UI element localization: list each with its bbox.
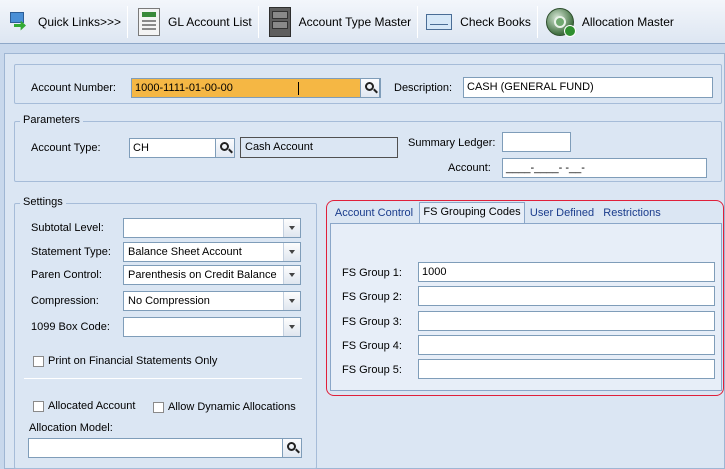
account-value: ____-____- -__-	[506, 162, 585, 174]
subtotal-level-select[interactable]	[123, 218, 301, 238]
allocation-model-search-button[interactable]	[282, 438, 302, 458]
account-number-label: Account Number:	[31, 82, 116, 94]
account-type-description-text: Cash Account	[245, 141, 313, 153]
account-number-value: 1000-1111-01-00-00	[135, 82, 233, 94]
check-icon	[426, 13, 453, 30]
chevron-down-icon[interactable]	[283, 219, 300, 237]
description-input[interactable]: CASH (GENERAL FUND)	[463, 77, 713, 98]
text-caret	[298, 82, 299, 95]
allocation-model-label: Allocation Model:	[29, 422, 113, 434]
box-1099-label: 1099 Box Code:	[31, 321, 110, 333]
tab-restrictions[interactable]: Restrictions	[601, 204, 663, 224]
fs-group-3-input[interactable]	[418, 311, 715, 331]
fs-group-4-label: FS Group 4:	[342, 340, 402, 352]
toolbar: Quick Links>>> GL Account List Account T…	[0, 0, 725, 44]
allocated-account-checkbox[interactable]	[33, 401, 44, 412]
quick-links-icon	[8, 11, 30, 33]
compression-value: No Compression	[128, 295, 210, 307]
compression-label: Compression:	[31, 295, 99, 307]
fs-group-1-input[interactable]: 1000	[418, 262, 715, 282]
print-fs-only-label: Print on Financial Statements Only	[48, 355, 218, 367]
fs-group-2-label: FS Group 2:	[342, 291, 402, 303]
fs-group-5-label: FS Group 5:	[342, 364, 402, 376]
account-input[interactable]: ____-____- -__-	[502, 158, 707, 178]
account-type-input[interactable]: CH	[129, 138, 217, 158]
fs-group-2-input[interactable]	[418, 286, 715, 306]
list-document-icon	[138, 7, 161, 36]
fs-group-1-label: FS Group 1:	[342, 267, 402, 279]
check-books-button[interactable]: Check Books	[418, 4, 537, 40]
subtotal-level-label: Subtotal Level:	[31, 222, 104, 234]
chevron-down-icon[interactable]	[283, 292, 300, 310]
gl-account-list-button[interactable]: GL Account List	[128, 4, 258, 40]
fs-group-1-value: 1000	[422, 266, 447, 278]
compression-select[interactable]: No Compression	[123, 291, 301, 311]
summary-ledger-input[interactable]	[502, 132, 571, 152]
tab-fs-grouping-codes[interactable]: FS Grouping Codes	[419, 202, 525, 224]
description-value: CASH (GENERAL FUND)	[467, 81, 594, 93]
quick-links-button[interactable]: Quick Links>>>	[4, 4, 127, 40]
fs-group-5-input[interactable]	[418, 359, 715, 379]
fs-group-4-input[interactable]	[418, 335, 715, 355]
chevron-down-icon[interactable]	[283, 243, 300, 261]
allocation-model-input[interactable]	[28, 438, 284, 458]
account-form: Account Number: 1000-1111-01-00-00 Descr…	[4, 53, 725, 469]
file-cabinet-icon	[268, 6, 291, 37]
paren-control-select[interactable]: Parenthesis on Credit Balance	[123, 265, 301, 285]
paren-control-label: Paren Control:	[31, 269, 102, 281]
settings-divider	[24, 378, 302, 379]
chevron-down-icon[interactable]	[283, 266, 300, 284]
account-type-master-button[interactable]: Account Type Master	[259, 4, 418, 40]
account-label: Account:	[448, 162, 491, 174]
box-1099-select[interactable]	[123, 317, 301, 337]
summary-ledger-label: Summary Ledger:	[408, 137, 496, 149]
account-type-search-button[interactable]	[215, 138, 235, 158]
check-books-label: Check Books	[460, 14, 531, 29]
description-label: Description:	[394, 82, 453, 94]
allocated-account-label: Allocated Account	[48, 400, 136, 412]
account-type-value: CH	[133, 142, 149, 154]
parameters-title: Parameters	[20, 114, 83, 126]
settings-title: Settings	[20, 196, 66, 208]
allow-dynamic-allocations-label: Allow Dynamic Allocations	[168, 401, 296, 413]
quick-links-label: Quick Links>>>	[38, 14, 122, 29]
allocation-master-label: Allocation Master	[581, 14, 674, 29]
statement-type-value: Balance Sheet Account	[128, 246, 242, 258]
account-type-description: Cash Account	[240, 137, 398, 158]
fs-group-3-label: FS Group 3:	[342, 316, 402, 328]
statement-type-label: Statement Type:	[31, 246, 111, 258]
account-type-master-label: Account Type Master	[298, 14, 412, 29]
tab-user-defined[interactable]: User Defined	[527, 204, 597, 224]
allocation-globe-icon	[545, 7, 576, 37]
tab-account-control[interactable]: Account Control	[329, 204, 419, 224]
account-type-label: Account Type:	[31, 142, 101, 154]
paren-control-value: Parenthesis on Credit Balance	[128, 269, 277, 281]
allocation-master-button[interactable]: Allocation Master	[538, 4, 680, 40]
account-number-search-button[interactable]	[360, 78, 380, 98]
account-number-input[interactable]: 1000-1111-01-00-00	[131, 78, 381, 98]
statement-type-select[interactable]: Balance Sheet Account	[123, 242, 301, 262]
chevron-down-icon[interactable]	[283, 318, 300, 336]
print-fs-only-checkbox[interactable]	[33, 356, 44, 367]
gl-account-list-label: GL Account List	[168, 14, 252, 29]
allow-dynamic-allocations-checkbox[interactable]	[153, 402, 164, 413]
